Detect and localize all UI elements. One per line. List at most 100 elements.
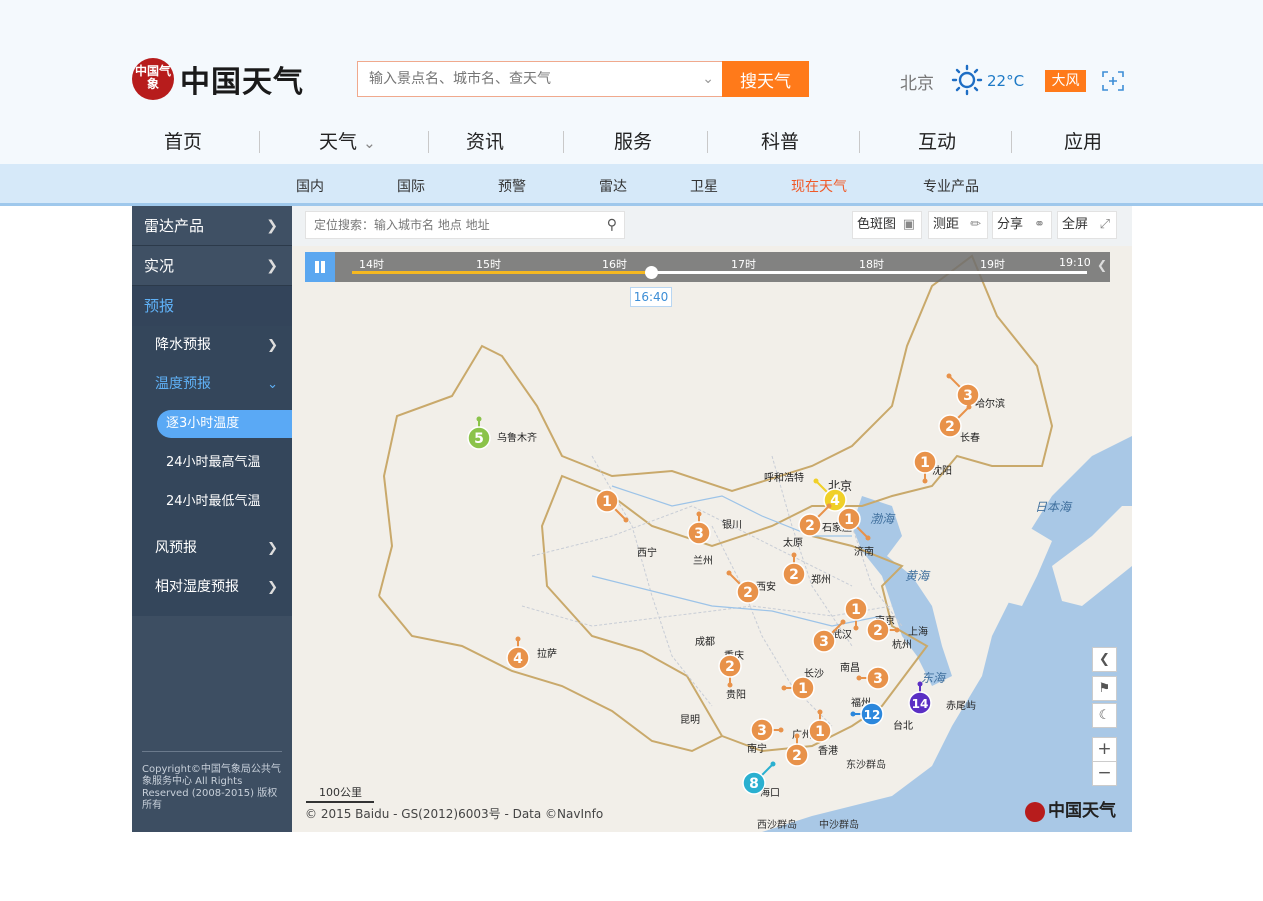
sea-label: 渤海 (870, 512, 895, 526)
city-label: 西安 (756, 582, 776, 593)
subnav-radar[interactable]: 雷达 (599, 176, 627, 196)
product-sidebar: 雷达产品 ❯ 实况 ❯ 预报 降水预报 ❯ 温度预报 ⌄ 逐3小时温度 24小时最高气温… (132, 206, 292, 832)
sidebar-label: 风预报 (155, 540, 197, 556)
subnav-current-weather[interactable]: 现在天气 (791, 176, 847, 196)
city-label: 沈阳 (932, 466, 952, 477)
city-label: 台北 (893, 721, 913, 732)
copyright-text: Copyright©中国气象局公共气象服务中心 All Rights Reser… (142, 751, 282, 812)
fullscreen-icon: ⤢ (1099, 217, 1110, 232)
city-label: 昆明 (680, 715, 700, 726)
sidebar-item-temp-min[interactable]: 24小时最低气温 (132, 482, 292, 521)
timeline-handle[interactable] (645, 266, 658, 279)
timeline-label: 19时 (980, 258, 1005, 271)
city-label: 拉萨 (537, 649, 557, 660)
nav-interact[interactable]: 互动 (918, 127, 956, 154)
zoom-out-button[interactable]: − (1092, 761, 1117, 786)
sidebar-item-live[interactable]: 实况 ❯ (132, 246, 292, 286)
sidebar-item-wind[interactable]: 风预报 ❯ (132, 529, 292, 568)
chevron-left-icon[interactable]: ❮ (1092, 647, 1117, 672)
nav-service[interactable]: 服务 (614, 127, 652, 154)
subnav-warning[interactable]: 预警 (498, 176, 526, 196)
nav-weather-label: 天气 (319, 131, 358, 153)
city-label: 西宁 (637, 548, 657, 559)
timeline-label: 19:10 (1059, 256, 1091, 269)
share-button[interactable]: 分享 ⚭ (992, 211, 1052, 239)
fullscreen-button[interactable]: 全屏 ⤢ (1057, 211, 1117, 239)
nav-news[interactable]: 资讯 (466, 127, 504, 154)
timeline-current-time: 16:40 (630, 287, 672, 307)
sidebar-item-temp[interactable]: 温度预报 ⌄ (132, 365, 292, 404)
sidebar-spacer (132, 607, 292, 616)
city-label: 长春 (960, 433, 980, 444)
current-temperature: 22°C (987, 72, 1025, 90)
timeline-label: 16时 (602, 258, 627, 271)
city-label: 银川 (722, 520, 742, 531)
sidebar-item-precip[interactable]: 降水预报 ❯ (132, 326, 292, 365)
island-label: 中沙群岛 (819, 820, 859, 831)
zoom-in-button[interactable]: + (1092, 737, 1117, 762)
nav-home[interactable]: 首页 (164, 127, 202, 154)
map-search-placeholder: 定位搜索：输入城市名 地点 地址 (314, 218, 490, 232)
chevron-left-icon[interactable]: ❮ (1097, 258, 1107, 272)
city-label: 长沙 (804, 669, 824, 680)
map-logo-text: 中国天气 (1048, 801, 1116, 821)
city-label: 成都 (695, 637, 715, 648)
sidebar-label: 实况 (144, 257, 175, 275)
weather-map[interactable]: 定位搜索：输入城市名 地点 地址 ⚲ 色斑图 ▣ 测距 ✏ 分享 ⚭ 全屏 ⤢ 14时 1… (292, 206, 1132, 832)
sea-label: 黄海 (905, 569, 930, 583)
city-label: 济南 (854, 547, 874, 558)
map-toolbar: 定位搜索：输入城市名 地点 地址 ⚲ 色斑图 ▣ 测距 ✏ 分享 ⚭ 全屏 ⤢ (292, 206, 1132, 246)
time-slider[interactable]: 14时 15时 16时 17时 18时 19时 19:10 ❮ (305, 252, 1110, 282)
chevron-right-icon: ❯ (267, 580, 278, 595)
map-scale: 100公里 (306, 784, 374, 803)
current-city[interactable]: 北京 (900, 69, 934, 94)
nav-separator (707, 131, 708, 153)
satellite-icon[interactable]: ☾ (1092, 703, 1117, 728)
share-label: 分享 (997, 217, 1024, 232)
timeline-label: 18时 (859, 258, 884, 271)
sidebar-label: 逐3小时温度 (157, 410, 292, 438)
color-map-label: 色斑图 (857, 217, 897, 232)
nav-apps[interactable]: 应用 (1064, 127, 1102, 154)
logo-seal: 中国气象 (132, 58, 174, 100)
subnav-domestic[interactable]: 国内 (296, 176, 324, 196)
screenshot-icon[interactable] (1102, 71, 1124, 91)
chevron-down-icon[interactable]: ⌄ (702, 71, 714, 87)
sidebar-item-temp-3h[interactable]: 逐3小时温度 (132, 404, 292, 443)
sidebar-item-humidity[interactable]: 相对湿度预报 ❯ (132, 568, 292, 607)
subnav-satellite[interactable]: 卫星 (690, 176, 718, 196)
timeline-label: 17时 (731, 258, 756, 271)
sidebar-label: 温度预报 (155, 376, 211, 392)
timeline-label: 15时 (476, 258, 501, 271)
nav-weather[interactable]: 天气 ⌄ (319, 127, 376, 154)
sidebar-item-radar[interactable]: 雷达产品 ❯ (132, 206, 292, 246)
pause-button[interactable] (305, 252, 335, 282)
city-search-input[interactable] (358, 62, 678, 96)
site-logo[interactable]: 中国气象 中国天气 (132, 57, 304, 101)
sea-label: 日本海 (1035, 500, 1072, 514)
weather-alert-badge[interactable]: 大风 (1045, 70, 1086, 92)
logo-seal (1025, 801, 1045, 822)
city-label: 杭州 (892, 640, 912, 651)
nav-separator (563, 131, 564, 153)
subnav-professional[interactable]: 专业产品 (923, 176, 979, 196)
city-label: 太原 (783, 538, 803, 549)
sidebar-label: 降水预报 (155, 337, 211, 353)
pause-bar (321, 261, 325, 273)
search-weather-button[interactable]: 搜天气 (722, 61, 809, 97)
chevron-right-icon: ❯ (267, 338, 278, 353)
measure-button[interactable]: 测距 ✏ (928, 211, 988, 239)
sidebar-item-temp-max[interactable]: 24小时最高气温 (132, 443, 292, 482)
nav-science[interactable]: 科普 (761, 127, 799, 154)
subnav-international[interactable]: 国际 (397, 176, 425, 196)
location-pin-icon[interactable]: ⚲ (607, 212, 617, 238)
sidebar-item-forecast[interactable]: 预报 (132, 286, 292, 326)
map-location-search[interactable]: 定位搜索：输入城市名 地点 地址 ⚲ (305, 211, 625, 239)
color-map-button[interactable]: 色斑图 ▣ (852, 211, 922, 239)
city-search-box[interactable]: ⌄ (357, 61, 723, 97)
sidebar-spacer (132, 521, 292, 529)
island-label: 东沙群岛 (846, 760, 886, 771)
china-map-icon[interactable]: ⚑ (1092, 676, 1117, 701)
nav-separator (428, 131, 429, 153)
measure-label: 测距 (933, 217, 960, 232)
